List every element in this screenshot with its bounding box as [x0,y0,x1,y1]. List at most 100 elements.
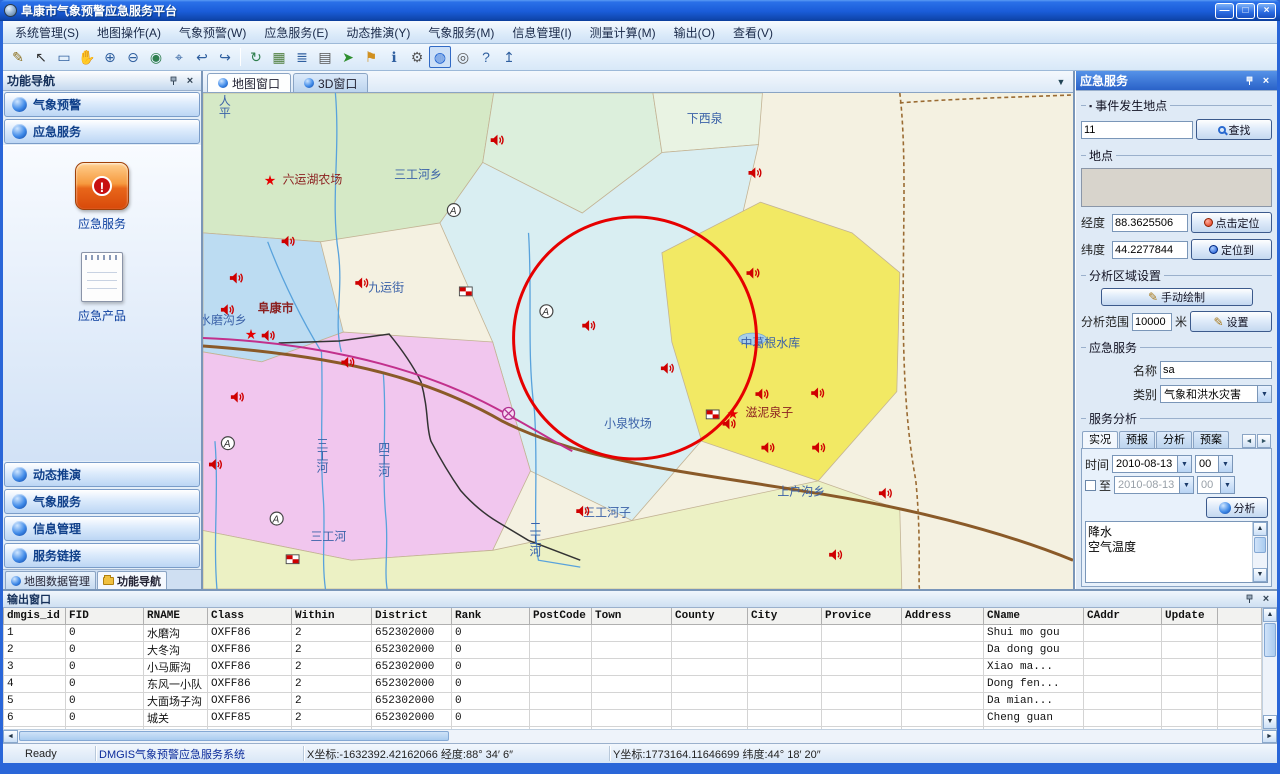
list-item[interactable]: 降水 [1088,523,1250,538]
pin-icon[interactable] [166,74,180,87]
close-panel-icon[interactable]: × [183,74,197,87]
service-globe-icon[interactable]: ◍ [429,46,451,68]
column-header[interactable]: District [372,608,452,624]
search-button[interactable]: 查找 [1196,119,1272,140]
minimize-button[interactable]: — [1215,3,1234,19]
menu-system-management[interactable]: 系统管理(S) [7,22,87,43]
export-icon[interactable]: ↥ [498,46,520,68]
scroll-up-icon[interactable]: ▲ [1263,608,1277,622]
map-marker-flag[interactable] [459,287,472,296]
map-marker-station[interactable]: A [270,512,283,525]
column-header[interactable]: FID [66,608,144,624]
close-panel-icon[interactable]: × [1259,74,1273,87]
scroll-thumb[interactable] [1264,623,1276,657]
scroll-track[interactable] [1263,622,1277,715]
column-header[interactable]: Provice [822,608,902,624]
refresh-icon[interactable]: ↻ [245,46,267,68]
map-marker-star[interactable]: ★ [264,172,276,188]
tab-scroll-right-icon[interactable]: ► [1257,434,1271,448]
column-header[interactable]: County [672,608,748,624]
table-row[interactable]: 60城关OXFF8526523020000Cheng guan [4,709,1262,726]
zoom-window-icon[interactable]: ⌖ [168,46,190,68]
column-header[interactable]: Address [902,608,984,624]
map-svg[interactable]: 人平下西泉六运湖农场三工河乡九运街阜康市水磨沟乡中葛根水库滋泥泉子小泉牧场上户沟… [203,93,1073,589]
nav-button-weather-service[interactable]: 气象服务 [4,489,200,514]
table-row[interactable]: 10水磨沟OXFF8626523020000Shui mo gou [4,624,1262,641]
table-row[interactable]: 30小马厮沟OXFF8626523020000Xiao ma... [4,658,1262,675]
nav-button-dynamic-deduction[interactable]: 动态推演 [4,462,200,487]
map-marker-flag[interactable] [286,555,299,564]
analysis-tab-1[interactable]: 实况 [1082,431,1118,448]
print-icon[interactable]: ▤ [314,46,336,68]
column-header[interactable]: Update [1162,608,1218,624]
pin-icon[interactable] [1242,74,1256,87]
menu-dynamic-deduction[interactable]: 动态推演(Y) [338,22,418,43]
emergency-service-shortcut[interactable]: ! 应急服务 [75,162,129,232]
menu-output[interactable]: 输出(O) [666,22,723,43]
map-marker-star[interactable]: ★ [245,326,257,342]
longitude-input[interactable] [1112,214,1188,232]
analysis-tab-4[interactable]: 预案 [1193,431,1229,448]
menu-measure-calculation[interactable]: 测量计算(M) [582,22,664,43]
map-marker-station[interactable]: A [540,305,553,318]
chevron-down-icon[interactable]: ▼ [1177,456,1191,472]
scroll-up-icon[interactable]: ▲ [1253,522,1267,536]
output-hscroll[interactable]: ◄ ► [3,729,1277,743]
click-locate-button[interactable]: 点击定位 [1191,212,1272,233]
hour-select-2[interactable]: 00 ▼ [1197,476,1235,494]
zoom-out-icon[interactable]: ⊖ [122,46,144,68]
map-marker-station[interactable]: A [221,437,234,450]
map-marker-crossing[interactable] [503,407,515,419]
column-header[interactable]: Town [592,608,672,624]
chevron-down-icon[interactable]: ▼ [1220,477,1234,493]
table-row[interactable]: 50大面场子沟OXFF8626523020000Da mian... [4,692,1262,709]
menu-weather-service[interactable]: 气象服务(M) [420,22,502,43]
chevron-down-icon[interactable]: ▼ [1179,477,1193,493]
event-location-input[interactable] [1081,121,1193,139]
layers-icon[interactable]: ≣ [291,46,313,68]
menu-map-operation[interactable]: 地图操作(A) [89,22,169,43]
select-features-icon[interactable]: ↖ [30,46,52,68]
analysis-tab-2[interactable]: 预报 [1119,431,1155,448]
next-view-icon[interactable]: ↪ [214,46,236,68]
map-marker-station[interactable]: A [447,204,460,217]
analysis-range-input[interactable] [1132,313,1172,331]
menu-weather-warning[interactable]: 气象预警(W) [171,22,254,43]
column-header[interactable]: dmgis_id [4,608,66,624]
column-header[interactable]: Class [208,608,292,624]
map-marker-flag[interactable] [706,410,719,419]
tab-scroll-left-icon[interactable]: ◄ [1242,434,1256,448]
hour-select-1[interactable]: 00 ▼ [1195,455,1233,473]
help-icon[interactable]: ? [475,46,497,68]
column-header[interactable]: Rank [452,608,530,624]
locate-to-button[interactable]: 定位到 [1191,239,1272,260]
service-name-input[interactable] [1160,361,1272,379]
category-select[interactable]: 气象和洪水灾害 ▼ [1160,385,1272,403]
map-image-icon[interactable]: ▦ [268,46,290,68]
left-tab-function-navigation[interactable]: 功能导航 [97,571,167,589]
column-header[interactable]: CName [984,608,1084,624]
scroll-left-icon[interactable]: ◄ [3,730,18,743]
list-scrollbar[interactable]: ▲ ▼ [1252,522,1267,582]
map-tab-3d-window[interactable]: 3D窗口 [293,73,368,92]
scroll-thumb[interactable] [19,731,449,741]
scroll-track[interactable] [18,730,1262,743]
column-header[interactable]: PostCode [530,608,592,624]
column-header[interactable]: City [748,608,822,624]
select-rect-icon[interactable]: ▭ [53,46,75,68]
place-list[interactable] [1081,168,1272,207]
pointer-green-icon[interactable]: ➤ [337,46,359,68]
edit-pencil-icon[interactable]: ✎ [7,46,29,68]
date-select-1[interactable]: 2010-08-13 ▼ [1112,455,1192,473]
analysis-tab-3[interactable]: 分析 [1156,431,1192,448]
settings-gear-icon[interactable]: ⚙ [406,46,428,68]
restore-button[interactable]: □ [1236,3,1255,19]
date-select-2[interactable]: 2010-08-13 ▼ [1114,476,1194,494]
scroll-thumb[interactable] [1254,537,1266,553]
pin-icon[interactable] [1242,593,1256,606]
column-header[interactable]: CAddr [1084,608,1162,624]
scroll-track[interactable] [1253,536,1267,568]
full-extent-icon[interactable]: ◉ [145,46,167,68]
scroll-down-icon[interactable]: ▼ [1263,715,1277,729]
column-header[interactable]: RNAME [144,608,208,624]
